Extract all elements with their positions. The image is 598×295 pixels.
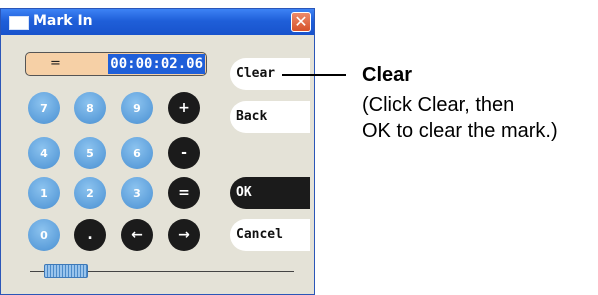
window-title: Mark In	[33, 13, 93, 29]
callout-title: Clear	[362, 64, 413, 86]
key-2[interactable]: 2	[74, 177, 106, 209]
key-0[interactable]: 0	[28, 219, 60, 251]
key-8[interactable]: 8	[74, 92, 106, 124]
callout-line-2: OK to clear the mark.)	[362, 120, 558, 142]
callout-leader-line	[282, 74, 346, 76]
timecode-value[interactable]: 00:00:02.06	[108, 54, 205, 74]
key-plus[interactable]: +	[168, 92, 200, 124]
key-equals[interactable]: =	[168, 177, 200, 209]
arrow-left-icon[interactable]: ←	[121, 219, 153, 251]
window-icon	[9, 16, 29, 30]
timecode-display[interactable]: = 00:00:02.06	[25, 52, 207, 76]
callout-description: (Click Clear, then OK to clear the mark.…	[362, 92, 558, 144]
key-4[interactable]: 4	[28, 137, 60, 169]
back-button[interactable]: Back	[230, 101, 310, 133]
title-bar[interactable]: Mark In ✕	[1, 9, 314, 35]
close-button[interactable]: ✕	[291, 12, 311, 32]
callout-line-1: (Click Clear, then	[362, 94, 515, 116]
slider-thumb[interactable]	[44, 264, 88, 278]
key-decimal[interactable]: .	[74, 219, 106, 251]
arrow-right-icon[interactable]: →	[168, 219, 200, 251]
key-9[interactable]: 9	[121, 92, 153, 124]
ok-button[interactable]: OK	[230, 177, 310, 209]
cancel-button[interactable]: Cancel	[230, 219, 310, 251]
key-6[interactable]: 6	[121, 137, 153, 169]
key-minus[interactable]: -	[168, 137, 200, 169]
key-7[interactable]: 7	[28, 92, 60, 124]
key-1[interactable]: 1	[28, 177, 60, 209]
key-3[interactable]: 3	[121, 177, 153, 209]
key-5[interactable]: 5	[74, 137, 106, 169]
operator-indicator: =	[50, 56, 61, 71]
